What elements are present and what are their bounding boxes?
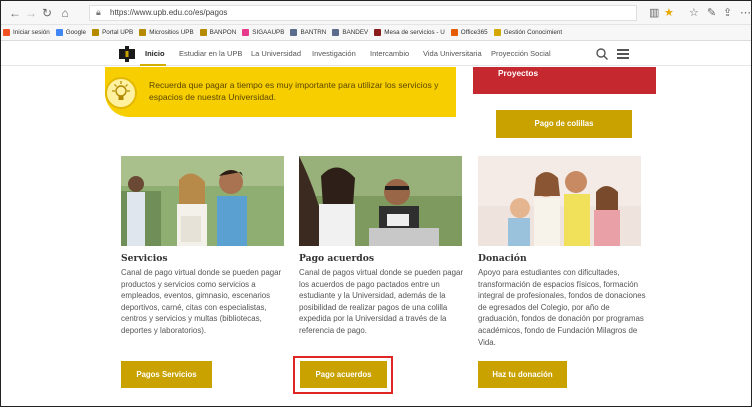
bookmark-label: BANTRN [300, 29, 327, 36]
card-desc-donacion: Apoyo para estudiantes con dificultades,… [478, 268, 646, 347]
bookmark-icon [199, 29, 207, 36]
lock-icon: 🔒︎ [96, 7, 101, 17]
card-desc-pago-acuerdos: Canal de pagos virtual donde se pueden p… [299, 268, 464, 335]
site-navbar: Inicio Estudiar en la UPB La Universidad In… [1, 42, 751, 66]
favorites-icon[interactable]: ☆ [689, 5, 699, 21]
bookmark-item[interactable]: Portal UPB [92, 29, 133, 36]
card-desc-servicios: Canal de pago virtual donde se pueden pa… [121, 268, 282, 335]
lightbulb-icon [105, 77, 137, 109]
nav-item[interactable]: Vida Universitaria [423, 42, 482, 66]
bookmark-label: SIGAAUPB [252, 29, 285, 36]
bookmark-icon [290, 29, 298, 36]
url-text: https://www.upb.edu.co/es/pagos [110, 8, 228, 17]
bookmark-item[interactable]: Micrositios UPB [139, 29, 194, 36]
bookmark-item[interactable]: Office365 [450, 29, 488, 36]
bookmark-icon [92, 29, 100, 36]
nav-item[interactable]: Proyección Social [491, 42, 551, 66]
card-title-donacion: Donación [478, 253, 527, 264]
nav-item[interactable]: La Universidad [251, 42, 301, 66]
back-icon[interactable]: ← [7, 5, 23, 21]
card-title-servicios: Servicios [121, 253, 168, 264]
pagos-servicios-button[interactable]: Pagos Servicios [121, 361, 212, 388]
nav-item[interactable]: Estudiar en la UPB [179, 42, 242, 66]
browser-toolbar: ← → ↻ ⌂ 🔒︎ https://www.upb.edu.co/es/pag… [1, 1, 751, 25]
bookmark-label: BANPON [209, 29, 237, 36]
nav-item[interactable]: Investigación [312, 42, 356, 66]
bookmark-icon [242, 29, 250, 36]
bookmark-label: BANDEV [342, 29, 369, 36]
bookmark-label: Micrositios UPB [149, 29, 194, 36]
address-bar[interactable]: 🔒︎ https://www.upb.edu.co/es/pagos [89, 5, 637, 21]
bookmark-label: Office365 [460, 29, 488, 36]
bookmark-item[interactable]: BANPON [199, 29, 237, 36]
forward-icon[interactable]: → [23, 5, 39, 21]
favorite-star-icon[interactable]: ★ [664, 5, 674, 21]
servicios-image [121, 156, 284, 246]
bookmark-item[interactable]: SIGAAUPB [242, 29, 284, 36]
bookmark-icon [332, 29, 340, 36]
reader-view-icon[interactable]: ▥ [649, 5, 659, 21]
bookmark-label: Portal UPB [102, 29, 134, 36]
bookmark-label: Google [65, 29, 87, 36]
home-icon[interactable]: ⌂ [57, 5, 73, 21]
browser-window: ← → ↻ ⌂ 🔒︎ https://www.upb.edu.co/es/pag… [0, 0, 752, 407]
nav-item[interactable]: Intercambio [370, 42, 409, 66]
share-icon[interactable]: ⇪ [723, 5, 732, 21]
search-icon[interactable] [595, 47, 609, 61]
bookmark-icon [3, 29, 10, 36]
pen-icon[interactable]: ✎ [707, 5, 716, 21]
proyectos-banner[interactable]: Proyectos [473, 67, 656, 94]
bookmark-item[interactable]: Gestión Conocimient [493, 29, 563, 36]
bookmark-item[interactable]: Iniciar sesión [3, 29, 50, 36]
pago-colillas-button[interactable]: Pago de colillas [496, 110, 632, 138]
nav-item[interactable]: Inicio [145, 42, 165, 66]
bookmark-item[interactable]: BANDEV [332, 29, 368, 36]
payment-notice-banner: Recuerda que pagar a tiempo es muy impor… [105, 67, 456, 117]
bookmarks-bar: Iniciar sesión Google Portal UPB Micrositio… [1, 25, 751, 41]
bookmark-item[interactable]: Google [55, 29, 87, 36]
notice-text: Recuerda que pagar a tiempo es muy impor… [149, 80, 439, 102]
bookmark-icon [139, 29, 147, 36]
upb-logo-icon[interactable] [119, 46, 135, 62]
bookmark-icon [450, 29, 458, 36]
more-icon[interactable]: ⋯ [740, 5, 751, 21]
bookmark-item[interactable]: BANTRN [290, 29, 326, 36]
proyectos-label: Proyectos [498, 68, 539, 78]
donacion-image [478, 156, 641, 246]
highlight-box [293, 356, 393, 394]
haz-tu-donacion-button[interactable]: Haz tu donación [478, 361, 567, 388]
bookmark-item[interactable]: Mesa de servicios - U [374, 29, 445, 36]
bookmark-icon [55, 29, 63, 36]
pago-acuerdos-image [299, 156, 462, 246]
bookmark-icon [374, 29, 382, 36]
bookmark-icon [493, 29, 501, 36]
bookmark-label: Gestión Conocimient [503, 29, 563, 36]
card-title-pago-acuerdos: Pago acuerdos [299, 253, 375, 264]
menu-icon[interactable] [617, 49, 629, 59]
refresh-icon[interactable]: ↻ [39, 5, 55, 21]
active-tab-underline [140, 64, 166, 66]
bookmark-label: Iniciar sesión [13, 29, 50, 36]
bookmark-label: Mesa de servicios - U [384, 29, 445, 36]
